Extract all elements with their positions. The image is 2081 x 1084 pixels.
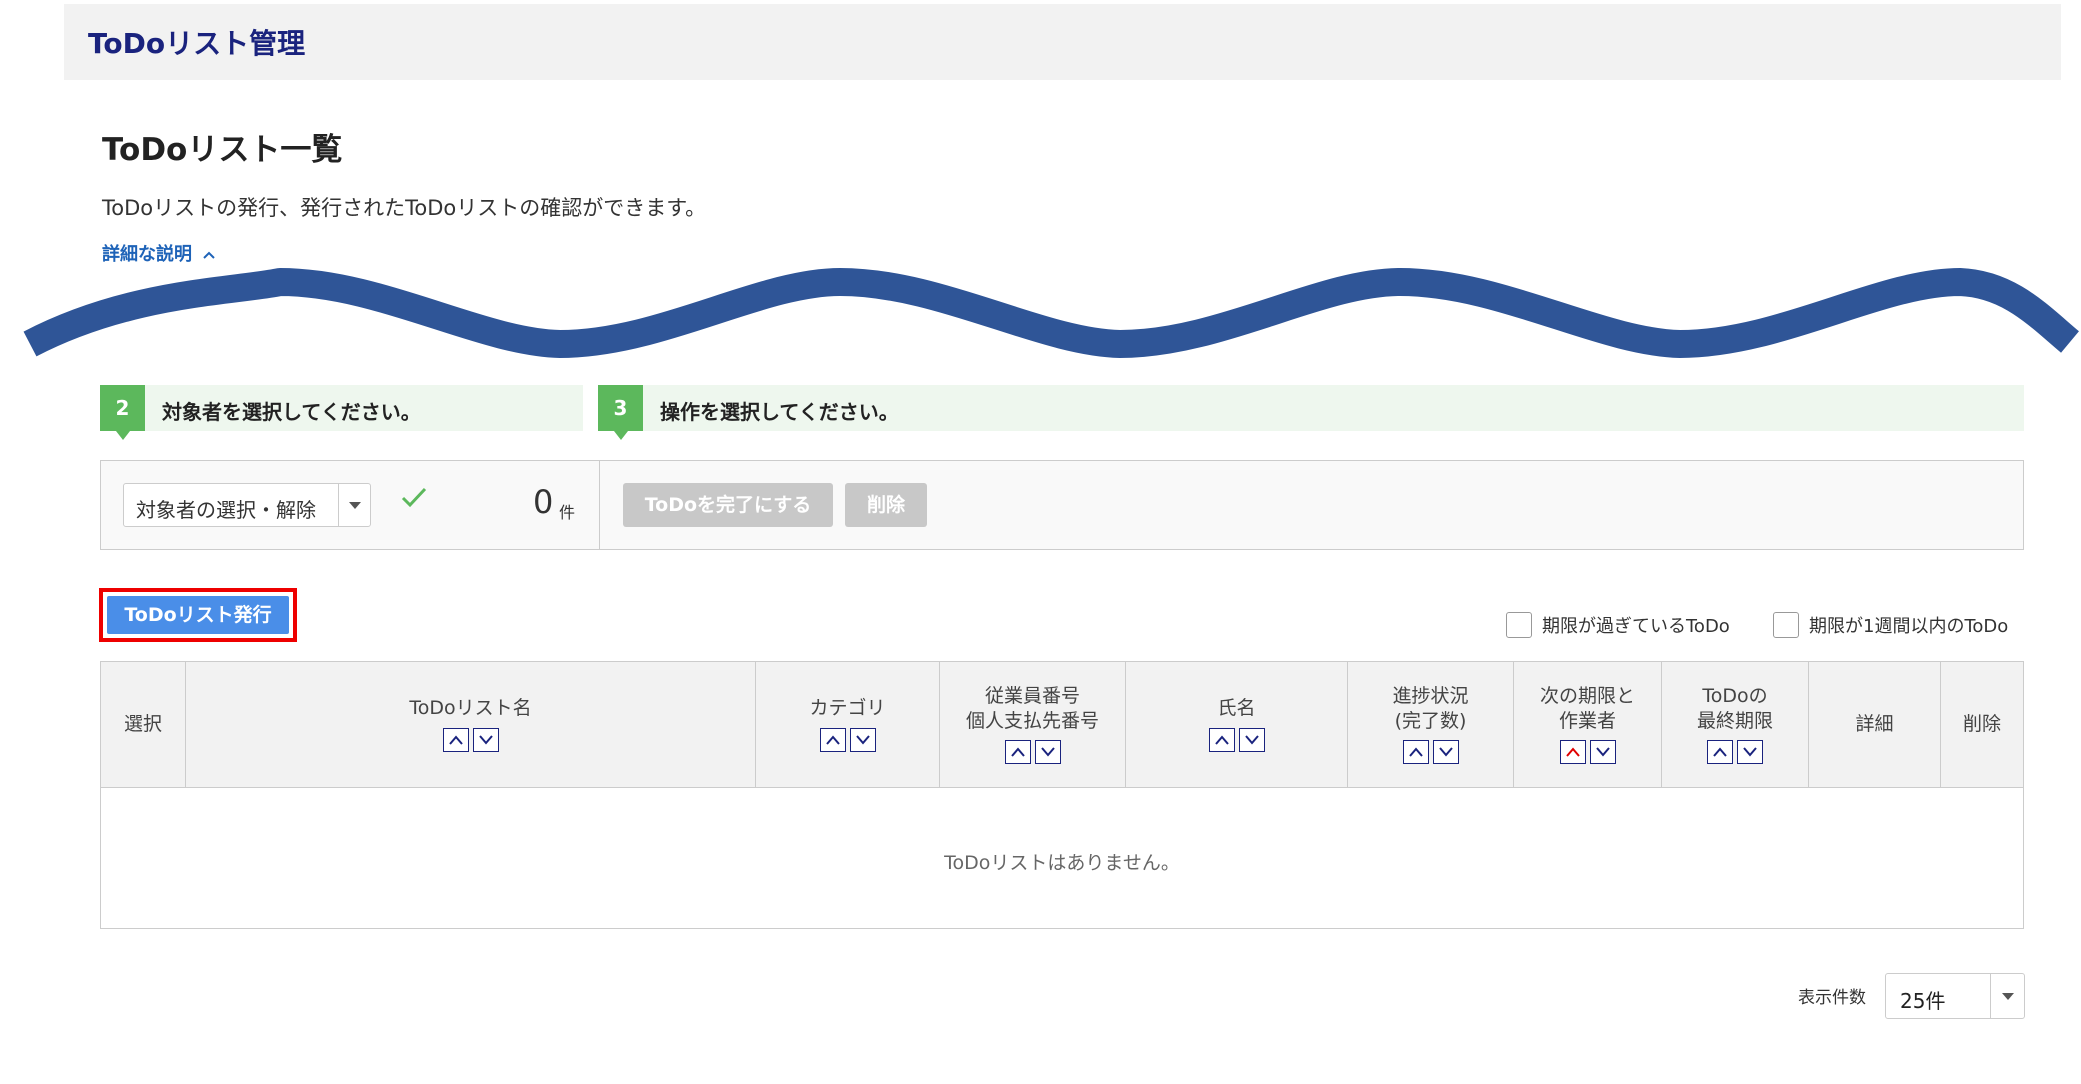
- filter-overdue[interactable]: 期限が過ぎているToDo: [1506, 612, 1730, 638]
- col-detail-label: 詳細: [1855, 713, 1894, 735]
- col-select: 選択: [101, 662, 186, 787]
- col-next-deadline-line1: 次の期限と: [1539, 685, 1635, 707]
- col-progress-title: 進捗状況 (完了数): [1348, 684, 1513, 734]
- target-select-label: 対象者の選択・解除: [136, 498, 316, 522]
- col-final-deadline-title: ToDoの 最終期限: [1662, 684, 1808, 734]
- step-2-banner: 2 対象者を選択してください。: [100, 385, 583, 440]
- col-category: カテゴリ: [756, 662, 940, 787]
- selected-count-unit: 件: [559, 503, 576, 522]
- filter-within-week[interactable]: 期限が1週間以内のToDo: [1773, 612, 2008, 638]
- dropdown-arrow-icon[interactable]: [1990, 974, 2024, 1018]
- sort-desc-icon[interactable]: [1034, 740, 1061, 764]
- col-employee-number: 従業員番号 個人支払先番号: [940, 662, 1126, 787]
- sort-asc-icon[interactable]: [1707, 740, 1733, 764]
- issue-todo-list-button[interactable]: ToDoリスト発行: [107, 596, 289, 634]
- col-delete: 削除: [1941, 662, 2023, 787]
- sort-asc-icon[interactable]: [442, 728, 469, 752]
- step-label: 操作を選択してください。: [660, 400, 899, 424]
- sort-desc-icon[interactable]: [1432, 740, 1459, 764]
- empty-message: ToDoリストはありません。: [944, 852, 1180, 874]
- sort-desc-icon[interactable]: [472, 728, 499, 752]
- sort-controls: [1514, 740, 1661, 764]
- within-week-checkbox[interactable]: [1773, 612, 1799, 638]
- col-todo-name-label: ToDoリスト名: [409, 697, 532, 719]
- panel-divider: [599, 461, 600, 549]
- step-number: 3: [598, 385, 643, 440]
- wave-divider: [23, 268, 2079, 358]
- sort-desc-icon[interactable]: [1737, 740, 1763, 764]
- col-final-deadline: ToDoの 最終期限: [1662, 662, 1809, 787]
- col-final-deadline-line1: ToDoの: [1702, 685, 1768, 707]
- col-employee-number-line1: 従業員番号: [984, 685, 1080, 707]
- per-page-label: 表示件数: [1798, 988, 1866, 1008]
- col-employee-number-line2: 個人支払先番号: [965, 710, 1099, 732]
- step-number: 2: [100, 385, 145, 440]
- selected-count: 0: [533, 483, 554, 521]
- delete-button[interactable]: 削除: [845, 483, 927, 527]
- col-progress-line1: 進捗状況: [1392, 685, 1469, 707]
- sort-asc-active-icon[interactable]: [1559, 740, 1586, 764]
- col-next-deadline: 次の期限と 作業者: [1514, 662, 1662, 787]
- sort-controls: [186, 728, 755, 752]
- check-icon: [399, 483, 429, 523]
- sort-controls: [1662, 740, 1808, 764]
- todo-table: 選択 ToDoリスト名 カテゴリ 従業員番号 個人支払先番号 氏名 進捗状況 (…: [100, 661, 2024, 929]
- col-category-label: カテゴリ: [809, 697, 886, 719]
- sort-controls: [1126, 728, 1347, 752]
- per-page-select[interactable]: 25件: [1885, 973, 2025, 1019]
- within-week-label: 期限が1週間以内のToDo: [1809, 616, 2009, 637]
- col-progress: 進捗状況 (完了数): [1348, 662, 1514, 787]
- app-header: ToDoリスト管理: [64, 4, 2061, 80]
- sort-asc-icon[interactable]: [1004, 740, 1031, 764]
- per-page-value: 25件: [1900, 989, 1946, 1013]
- col-todo-name: ToDoリスト名: [186, 662, 756, 787]
- dropdown-arrow-icon[interactable]: [338, 484, 370, 526]
- selection-panel: 対象者の選択・解除 0 件 ToDoを完了にする 削除: [100, 460, 2024, 550]
- sort-controls: [756, 728, 939, 752]
- sort-desc-icon[interactable]: [1238, 728, 1265, 752]
- col-detail: 詳細: [1809, 662, 1941, 787]
- col-name: 氏名: [1126, 662, 1348, 787]
- col-next-deadline-line2: 作業者: [1558, 710, 1616, 732]
- sort-asc-icon[interactable]: [819, 728, 846, 752]
- sort-desc-icon[interactable]: [849, 728, 876, 752]
- page-title: ToDoリスト一覧: [102, 132, 343, 168]
- step-label: 対象者を選択してください。: [162, 400, 421, 424]
- col-next-deadline-title: 次の期限と 作業者: [1514, 684, 1661, 734]
- sort-asc-icon[interactable]: [1208, 728, 1235, 752]
- col-employee-number-title: 従業員番号 個人支払先番号: [940, 684, 1125, 734]
- sort-controls: [1348, 740, 1513, 764]
- sort-desc-icon[interactable]: [1589, 740, 1616, 764]
- table-header: 選択 ToDoリスト名 カテゴリ 従業員番号 個人支払先番号 氏名 進捗状況 (…: [101, 662, 2023, 788]
- page-description: ToDoリストの発行、発行されたToDoリストの確認ができます。: [102, 196, 707, 220]
- col-name-label: 氏名: [1217, 697, 1256, 719]
- col-progress-line2: (完了数): [1394, 710, 1467, 732]
- col-final-deadline-line2: 最終期限: [1696, 710, 1773, 732]
- table-body: ToDoリストはありません。: [101, 788, 2023, 928]
- step-3-banner: 3 操作を選択してください。: [598, 385, 2024, 440]
- overdue-checkbox[interactable]: [1506, 612, 1532, 638]
- highlight-frame: ToDoリスト発行: [99, 588, 297, 642]
- sort-asc-icon[interactable]: [1402, 740, 1429, 764]
- col-select-label: 選択: [123, 713, 162, 735]
- col-delete-label: 削除: [1962, 713, 2001, 735]
- overdue-label: 期限が過ぎているToDo: [1542, 616, 1730, 637]
- target-select-dropdown[interactable]: 対象者の選択・解除: [123, 483, 371, 527]
- app-title: ToDoリスト管理: [88, 27, 306, 60]
- sort-controls: [940, 740, 1125, 764]
- complete-todo-button[interactable]: ToDoを完了にする: [623, 483, 833, 527]
